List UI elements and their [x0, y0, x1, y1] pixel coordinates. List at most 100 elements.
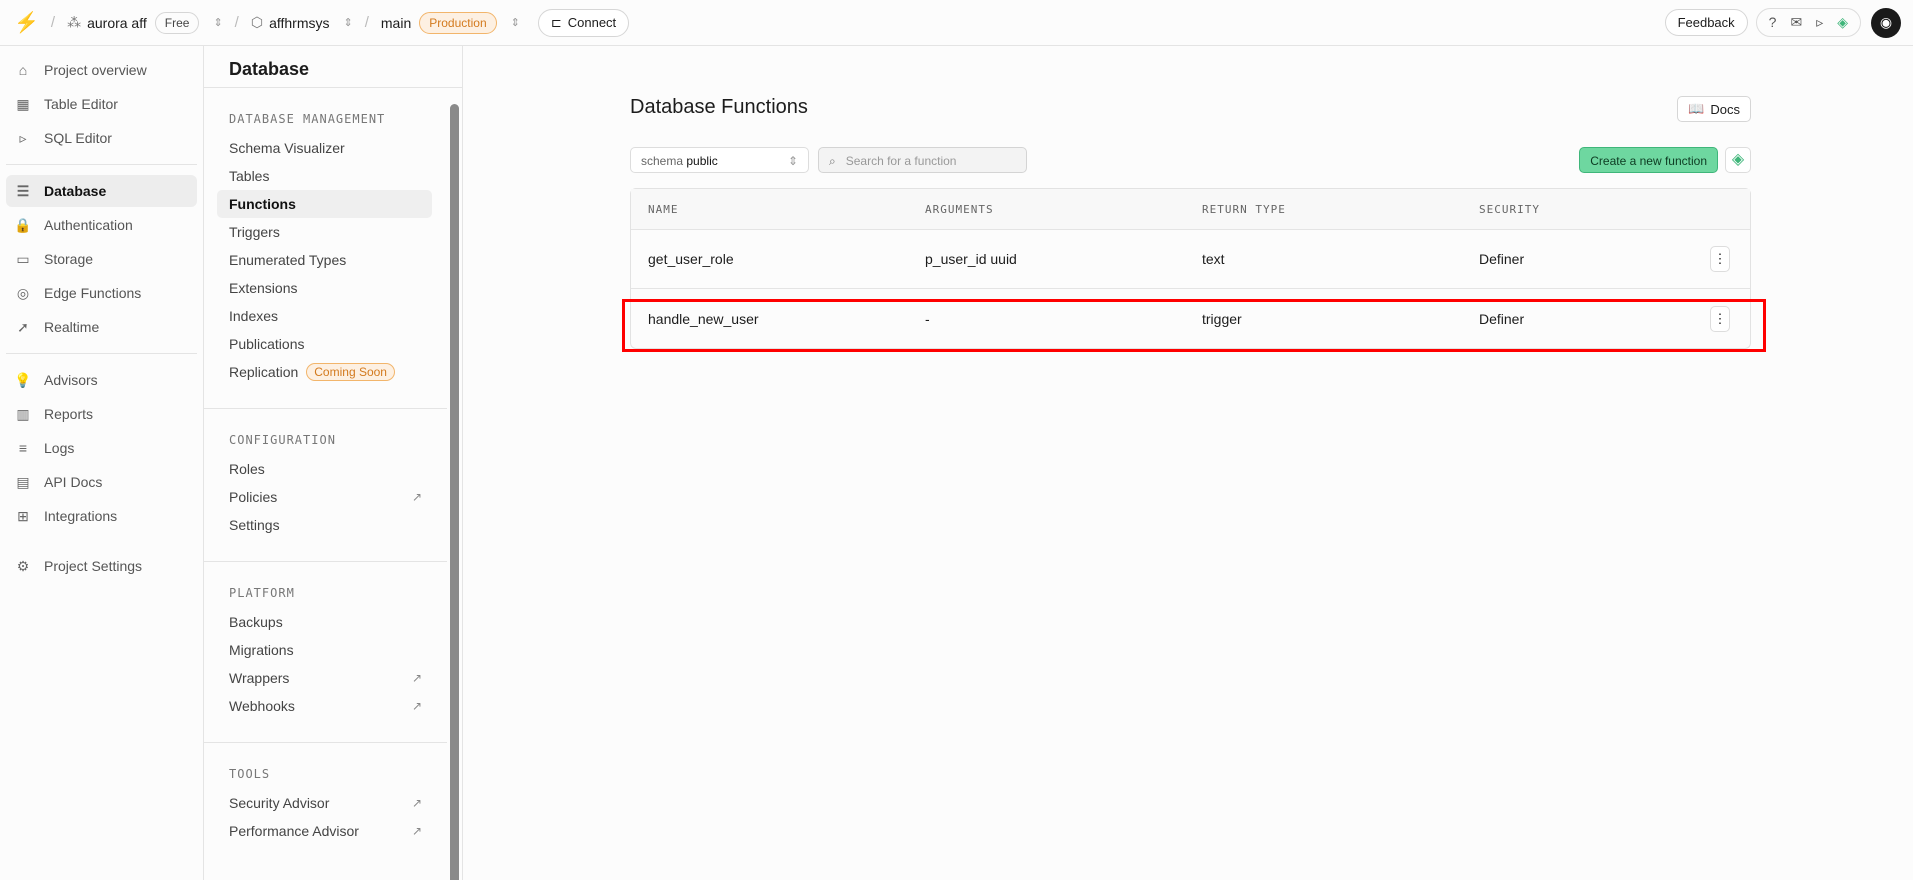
search-icon: ⌕	[829, 154, 836, 168]
sidebar-item-security-advisor[interactable]: Security Advisor ↗	[204, 789, 432, 817]
blocks-icon: ⊞	[17, 507, 29, 524]
nav-label: API Docs	[44, 474, 103, 490]
help-icon[interactable]: ?	[1769, 14, 1777, 31]
separator: /	[364, 14, 369, 31]
nav-label: Realtime	[44, 319, 100, 335]
org-switcher-icon[interactable]: ⇕	[213, 16, 222, 29]
cursor-icon: ➚	[17, 318, 29, 335]
nav-edge-functions[interactable]: ◎ Edge Functions	[6, 277, 197, 309]
sidebar-item-settings[interactable]: Settings	[204, 511, 432, 539]
chart-icon: ▥	[16, 405, 30, 422]
more-options-icon[interactable]: ⋮	[1710, 305, 1730, 332]
nav-authentication[interactable]: 🔒 Authentication	[6, 209, 197, 241]
assistant-icon[interactable]: ◈	[1725, 147, 1751, 173]
assistant-icon[interactable]: ◈	[1837, 14, 1848, 31]
schema-value: public	[686, 154, 718, 168]
sidebar-item-roles[interactable]: Roles	[204, 455, 432, 483]
table-row[interactable]: get_user_role p_user_id uuid text Define…	[631, 230, 1750, 289]
home-icon: ⌂	[18, 62, 28, 78]
nav-label: Storage	[44, 251, 94, 267]
nav-label: Reports	[44, 406, 94, 422]
feedback-button[interactable]: Feedback	[1664, 9, 1748, 36]
functions-table: NAME ARGUMENTS RETURN TYPE SECURITY get_…	[630, 188, 1751, 349]
sidebar-item-wrappers[interactable]: Wrappers ↗	[204, 664, 432, 692]
sidebar-item-backups[interactable]: Backups	[204, 608, 432, 636]
column-header: NAME	[648, 202, 679, 216]
nav-label: Project Settings	[44, 558, 143, 574]
nav-table-editor[interactable]: ▦ Table Editor	[6, 88, 197, 120]
sidebar-item-schema-visualizer[interactable]: Schema Visualizer	[204, 134, 432, 162]
inbox-icon[interactable]: ✉	[1790, 14, 1802, 31]
nav-project-settings[interactable]: ⚙ Project Settings	[6, 550, 197, 582]
sidebar-item-functions[interactable]: Functions	[217, 190, 432, 218]
column-header: SECURITY	[1479, 202, 1540, 216]
section-label: PLATFORM	[229, 586, 295, 600]
project-switcher-icon[interactable]: ⇕	[344, 16, 353, 29]
plan-badge: Free	[154, 11, 200, 34]
function-security: Definer	[1479, 310, 1525, 327]
sidebar-item-policies[interactable]: Policies ↗	[204, 483, 432, 511]
nav-label: SQL Editor	[44, 130, 112, 146]
external-link-icon: ↗	[411, 824, 422, 838]
sidebar-item-triggers[interactable]: Triggers	[204, 218, 432, 246]
branch-switcher-icon[interactable]: ⇕	[511, 16, 520, 29]
docs-button[interactable]: 📖 Docs	[1677, 96, 1751, 122]
connect-button[interactable]: ⊏ Connect	[537, 8, 630, 37]
org-icon: ⁂	[67, 14, 82, 30]
project-name[interactable]: affhrmsys	[269, 15, 329, 31]
divider	[6, 164, 197, 165]
sidebar-item-performance-advisor[interactable]: Performance Advisor ↗	[204, 817, 432, 845]
supabase-logo-icon[interactable]: ⚡	[14, 10, 39, 35]
sidebar-item-migrations[interactable]: Migrations	[204, 636, 432, 664]
terminal-icon: ▹	[19, 129, 27, 146]
document-icon: ▤	[16, 473, 30, 490]
book-icon: 📖	[1688, 101, 1705, 116]
nav-database[interactable]: ☰ Database	[6, 175, 197, 207]
nav-integrations[interactable]: ⊞ Integrations	[6, 500, 197, 532]
sidebar-item-replication[interactable]: Replication Coming Soon	[204, 358, 432, 386]
connect-label: Connect	[567, 15, 617, 30]
schema-label: schema	[641, 154, 684, 168]
nav-storage[interactable]: ▭ Storage	[6, 243, 197, 275]
function-security: Definer	[1479, 251, 1525, 267]
avatar[interactable]: ◉	[1871, 7, 1901, 38]
lightbulb-icon: 💡	[14, 371, 32, 388]
function-arguments: -	[925, 310, 930, 327]
divider	[6, 353, 197, 354]
chevron-updown-icon: ⇕	[787, 154, 798, 168]
nav-logs[interactable]: ≡ Logs	[6, 432, 197, 464]
nav-project-overview[interactable]: ⌂ Project overview	[6, 54, 197, 86]
sidebar-item-indexes[interactable]: Indexes	[204, 302, 432, 330]
function-name: handle_new_user	[648, 310, 759, 327]
nav-api-docs[interactable]: ▤ API Docs	[6, 466, 197, 498]
schema-select[interactable]: schema public ⇕	[630, 147, 809, 173]
folder-icon: ▭	[16, 250, 30, 267]
section-label: CONFIGURATION	[229, 433, 336, 447]
nav-label: Authentication	[44, 217, 133, 233]
nav-advisors[interactable]: 💡 Advisors	[6, 364, 197, 396]
sidebar-scrollbar[interactable]	[450, 104, 459, 880]
branch-name[interactable]: main	[381, 15, 411, 31]
create-function-button[interactable]: Create a new function	[1579, 147, 1718, 173]
nav-sql-editor[interactable]: ▹ SQL Editor	[6, 122, 197, 154]
terminal-icon[interactable]: ▹	[1816, 14, 1823, 31]
org-name[interactable]: aurora aff	[87, 15, 147, 31]
sidebar-item-extensions[interactable]: Extensions	[204, 274, 432, 302]
project-icon: ⬡	[250, 14, 264, 30]
globe-icon: ◎	[16, 284, 30, 301]
database-sidebar: Database DATABASE MANAGEMENT Schema Visu…	[204, 46, 463, 880]
list-icon: ≡	[18, 440, 28, 456]
sidebar-item-enumerated-types[interactable]: Enumerated Types	[204, 246, 432, 274]
more-options-icon[interactable]: ⋮	[1710, 246, 1730, 272]
table-row[interactable]: handle_new_user - trigger Definer ⋮	[631, 289, 1750, 348]
function-search-input[interactable]: ⌕ Search for a function	[818, 147, 1027, 173]
nav-label: Table Editor	[44, 96, 118, 112]
docs-label: Docs	[1710, 101, 1740, 117]
nav-realtime[interactable]: ➚ Realtime	[6, 311, 197, 343]
function-return-type: text	[1202, 251, 1225, 267]
sidebar-item-publications[interactable]: Publications	[204, 330, 432, 358]
lock-icon: 🔒	[14, 216, 32, 233]
sidebar-item-webhooks[interactable]: Webhooks ↗	[204, 692, 432, 720]
sidebar-item-tables[interactable]: Tables	[204, 162, 432, 190]
nav-reports[interactable]: ▥ Reports	[6, 398, 197, 430]
